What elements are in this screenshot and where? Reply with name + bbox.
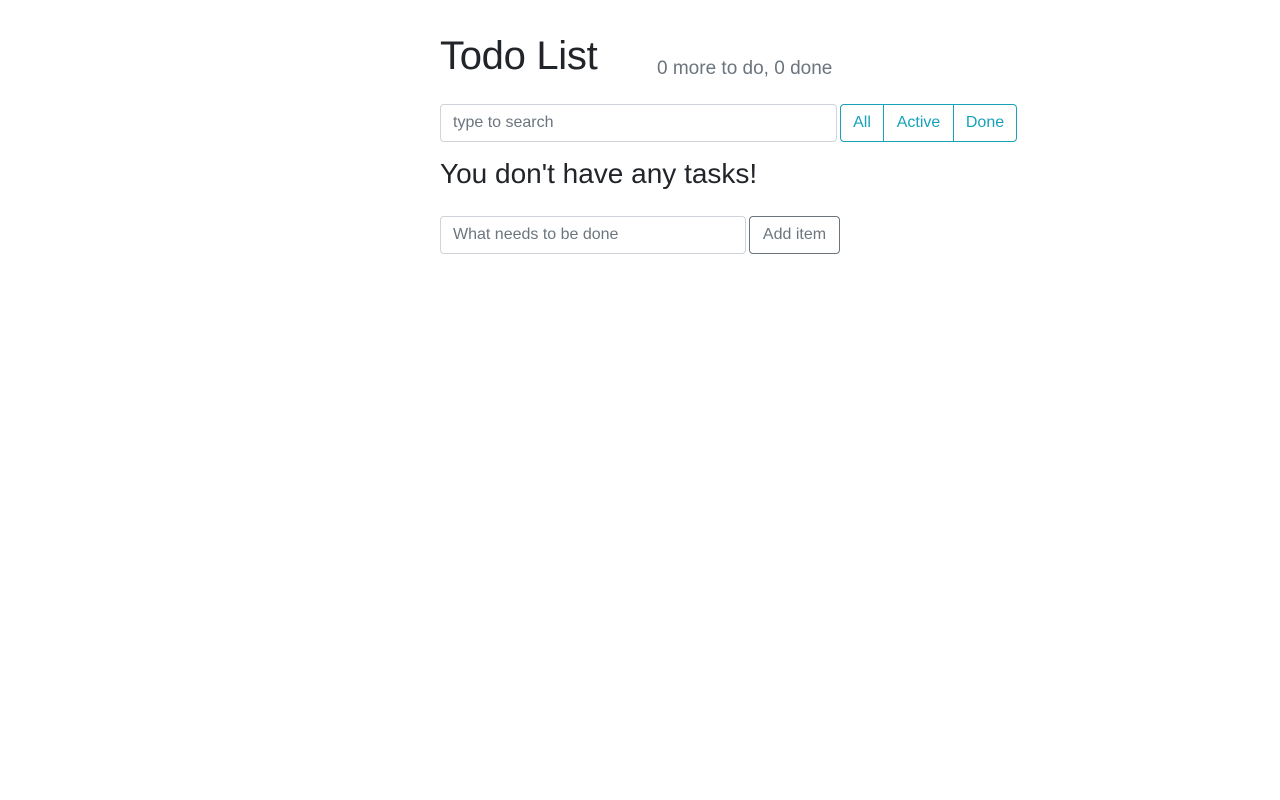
new-item-input[interactable]: [440, 216, 746, 254]
add-item-button[interactable]: Add item: [749, 216, 840, 254]
empty-list-message: You don't have any tasks!: [440, 158, 758, 189]
add-item-form: Add item: [440, 216, 840, 254]
search-panel: All Active Done: [440, 104, 1017, 142]
search-input[interactable]: [440, 104, 837, 142]
status-filter: All Active Done: [840, 104, 1017, 142]
page-title: Todo List: [440, 34, 598, 78]
task-counter: 0 more to do, 0 done: [657, 58, 833, 79]
todo-app: Todo List 0 more to do, 0 done All Activ…: [440, 0, 1020, 254]
filter-done-button[interactable]: Done: [954, 104, 1017, 142]
filter-active-button[interactable]: Active: [884, 104, 954, 142]
filter-all-button[interactable]: All: [840, 104, 884, 142]
app-header: Todo List 0 more to do, 0 done: [440, 0, 1020, 100]
